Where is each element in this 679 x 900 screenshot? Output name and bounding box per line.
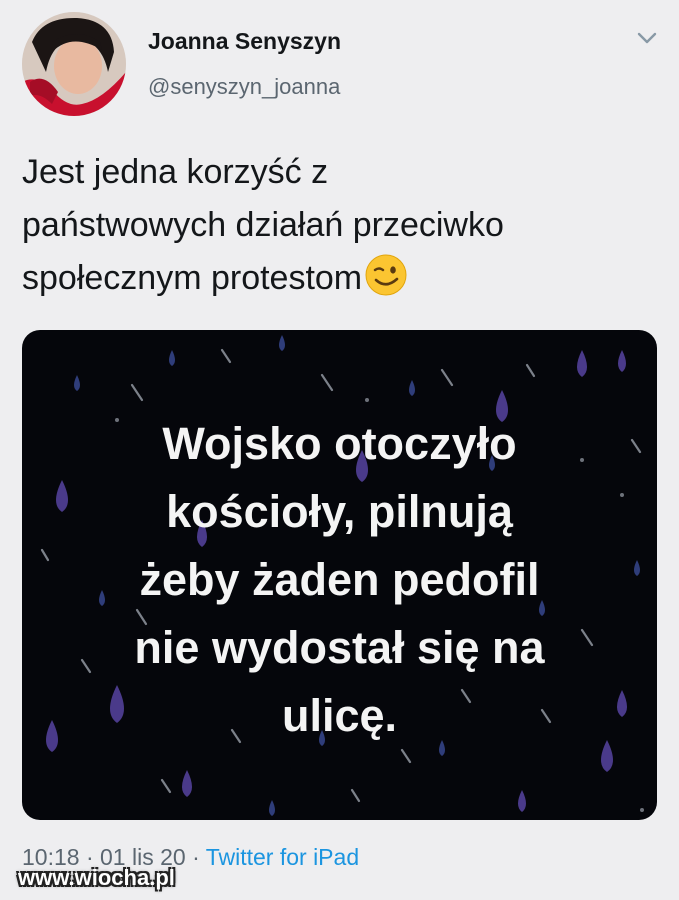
tweet-line: społecznym protestom xyxy=(22,252,662,305)
watermark: www.wiocha.pl xyxy=(18,865,175,890)
chevron-down-icon[interactable] xyxy=(636,30,658,46)
avatar[interactable] xyxy=(22,12,126,116)
separator: · xyxy=(192,844,200,870)
tweet-text: Jest jedna korzyść z państwowych działań… xyxy=(22,146,662,305)
winking-face-emoji-icon xyxy=(365,254,407,296)
author-handle[interactable]: @senyszyn_joanna xyxy=(148,74,340,100)
tweet-line-text: społecznym protestom xyxy=(22,259,363,297)
image-caption-line: kościoły, pilnują xyxy=(166,486,513,537)
tweet-line: państwowych działań przeciwko xyxy=(22,206,504,244)
source-app-link[interactable]: Twitter for iPad xyxy=(206,844,359,870)
image-caption-line: ulicę. xyxy=(281,690,398,741)
image-caption-line: Wojsko otoczyło xyxy=(162,418,517,469)
tweet-line: Jest jedna korzyść z xyxy=(22,153,329,191)
author-name[interactable]: Joanna Senyszyn xyxy=(148,28,341,55)
image-caption: Wojsko otoczyło kościoły, pilnują żeby ż… xyxy=(52,410,627,750)
tweet-header: Joanna Senyszyn @senyszyn_joanna xyxy=(0,0,679,130)
image-caption-line: żeby żaden pedofil xyxy=(139,554,540,605)
image-caption-line: nie wydostał się na xyxy=(134,622,545,673)
tweet-image[interactable]: Wojsko otoczyło kościoły, pilnują żeby ż… xyxy=(22,330,657,820)
